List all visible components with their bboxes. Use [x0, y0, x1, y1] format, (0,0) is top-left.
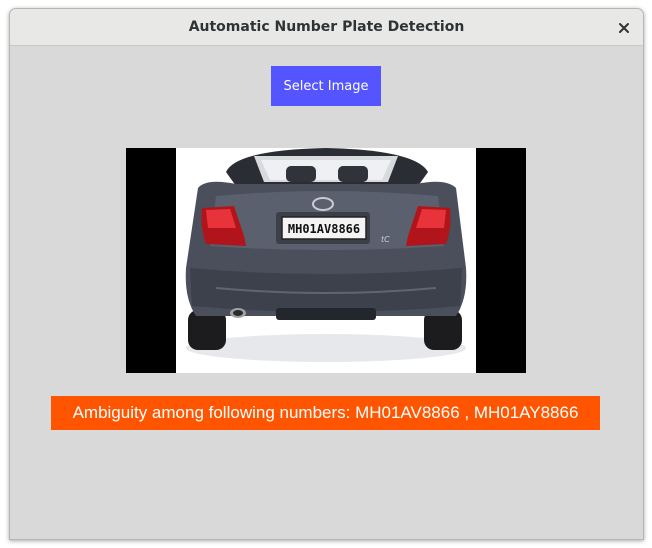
app-window: Automatic Number Plate Detection Select …: [9, 8, 644, 540]
model-badge: tC: [381, 235, 390, 244]
car-image-preview: MH01AV8866 tC: [126, 148, 526, 373]
close-icon: [619, 23, 629, 33]
plate-text: MH01AV8866: [288, 222, 360, 236]
select-image-button[interactable]: Select Image: [271, 66, 381, 106]
window-title: Automatic Number Plate Detection: [188, 19, 465, 35]
detection-result: Ambiguity among following numbers: MH01A…: [51, 396, 600, 430]
title-bar[interactable]: Automatic Number Plate Detection: [10, 9, 643, 46]
close-button[interactable]: [613, 17, 635, 39]
